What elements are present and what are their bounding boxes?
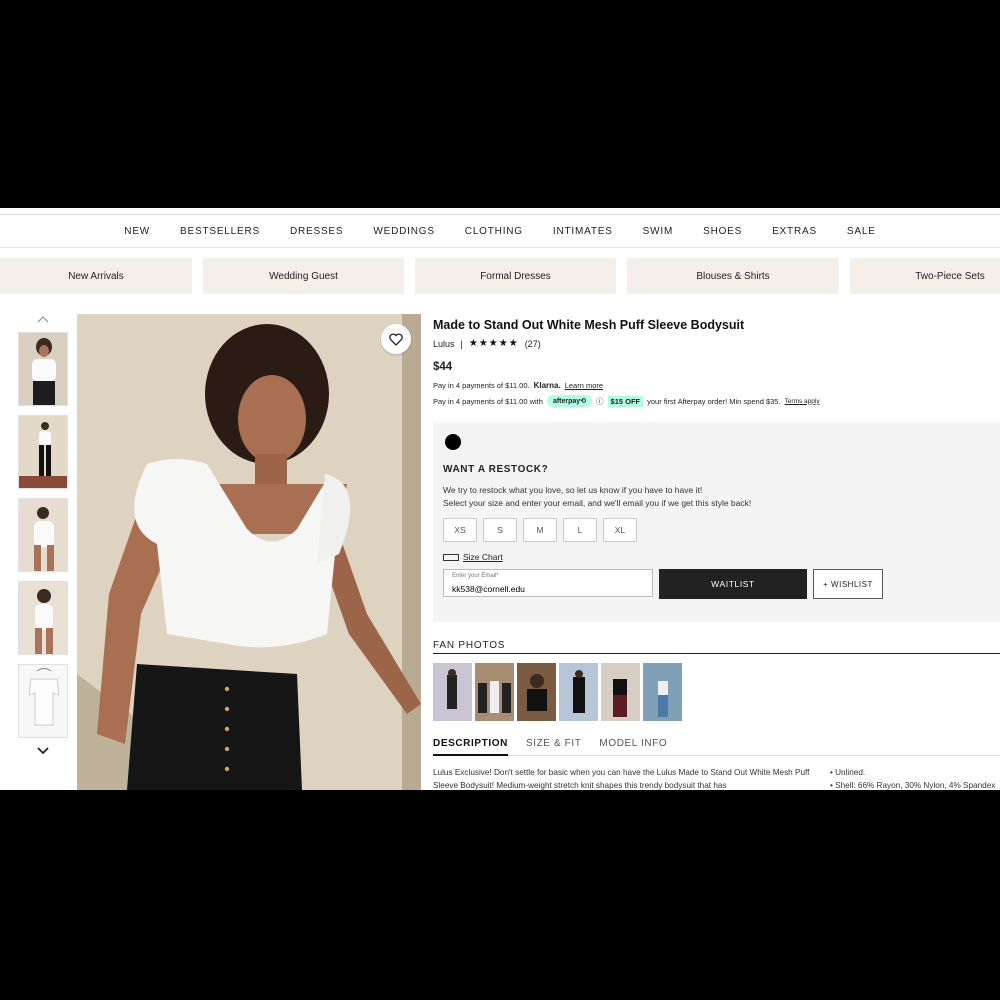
chevron-up-icon[interactable] bbox=[18, 314, 68, 326]
thumbnail-4[interactable] bbox=[18, 581, 68, 655]
add-to-wishlist-button[interactable]: + WISHLIST bbox=[813, 569, 883, 599]
size-chart-label: Size Chart bbox=[463, 552, 503, 562]
restock-description: We try to restock what you love, so let … bbox=[443, 484, 751, 510]
klarna-logo: Klarna. bbox=[533, 381, 561, 390]
restock-title: WANT A RESTOCK? bbox=[443, 464, 549, 475]
product-main-image bbox=[77, 314, 421, 790]
size-xs-button[interactable]: XS bbox=[443, 518, 477, 542]
meta-divider: | bbox=[460, 338, 463, 349]
info-icon[interactable]: ⓘ bbox=[596, 396, 604, 407]
fan-photos-divider bbox=[433, 653, 1000, 654]
browser-viewport: NEW BESTSELLERS DRESSES WEDDINGS CLOTHIN… bbox=[0, 208, 1000, 790]
product-price: $44 bbox=[433, 361, 453, 373]
bullet-unlined: • Unlined. bbox=[830, 768, 866, 777]
fan-photos-title: FAN PHOTOS bbox=[433, 640, 506, 651]
fan-photo-2[interactable] bbox=[475, 663, 514, 721]
size-xl-button[interactable]: XL bbox=[603, 518, 637, 542]
chip-blouses-shirts[interactable]: Blouses & Shirts bbox=[627, 258, 839, 294]
afterpay-line: Pay in 4 payments of $11.00 with afterpa… bbox=[433, 395, 1000, 407]
size-l-button[interactable]: L bbox=[563, 518, 597, 542]
thumbnail-3[interactable] bbox=[18, 498, 68, 572]
size-s-button[interactable]: S bbox=[483, 518, 517, 542]
tab-size-fit[interactable]: SIZE & FIT bbox=[526, 738, 581, 756]
description-bullets: • Unlined. • Shell: 66% Rayon, 30% Nylon… bbox=[830, 766, 1000, 790]
chip-formal-dresses[interactable]: Formal Dresses bbox=[415, 258, 616, 294]
nav-swim[interactable]: SWIM bbox=[628, 226, 688, 237]
color-swatch-black[interactable] bbox=[445, 434, 461, 450]
klarna-text: Pay in 4 payments of $11.00. bbox=[433, 381, 530, 390]
size-selector: XS S M L XL bbox=[443, 518, 637, 542]
nav-new[interactable]: NEW bbox=[109, 226, 165, 237]
thumbnail-2[interactable] bbox=[18, 415, 68, 489]
nav-dresses[interactable]: DRESSES bbox=[275, 226, 358, 237]
fan-photo-1[interactable] bbox=[433, 663, 472, 721]
star-rating-icon[interactable]: ★★★★★ bbox=[469, 338, 519, 349]
fan-photo-4[interactable] bbox=[559, 663, 598, 721]
nav-clothing[interactable]: CLOTHING bbox=[450, 226, 538, 237]
email-field-label: Enter your Email* bbox=[452, 573, 499, 579]
thumbnail-5[interactable] bbox=[18, 664, 68, 738]
nav-sale[interactable]: SALE bbox=[832, 226, 891, 237]
afterpay-logo: afterpay⟲ bbox=[546, 395, 593, 407]
product-tabs: DESCRIPTION SIZE & FIT MODEL INFO bbox=[433, 738, 1000, 756]
bullet-fabric: • Shell: 66% Rayon, 30% Nylon, 4% Spande… bbox=[830, 781, 996, 790]
ruler-icon bbox=[443, 553, 459, 561]
top-navigation: NEW BESTSELLERS DRESSES WEDDINGS CLOTHIN… bbox=[0, 214, 1000, 248]
tab-description[interactable]: DESCRIPTION bbox=[433, 738, 508, 756]
email-input[interactable] bbox=[452, 584, 644, 594]
thumbnail-1[interactable] bbox=[18, 332, 68, 406]
restock-line-2: Select your size and enter your email, a… bbox=[443, 498, 752, 508]
klarna-line: Pay in 4 payments of $11.00. Klarna. Lea… bbox=[433, 381, 1000, 390]
nav-intimates[interactable]: INTIMATES bbox=[538, 226, 628, 237]
nav-weddings[interactable]: WEDDINGS bbox=[358, 226, 449, 237]
afterpay-terms-link[interactable]: Terms apply bbox=[785, 398, 820, 405]
chevron-down-icon[interactable] bbox=[18, 746, 68, 758]
afterpay-offer-badge: $15 OFF bbox=[607, 395, 644, 407]
nav-bestsellers[interactable]: BESTSELLERS bbox=[165, 226, 275, 237]
restock-panel: WANT A RESTOCK? We try to restock what y… bbox=[433, 422, 1000, 622]
size-m-button[interactable]: M bbox=[523, 518, 557, 542]
waitlist-button[interactable]: WAITLIST bbox=[659, 569, 807, 599]
chip-two-piece-sets[interactable]: Two-Piece Sets bbox=[850, 258, 1000, 294]
product-meta: Lulus | ★★★★★ (27) bbox=[433, 338, 1000, 349]
klarna-learn-more-link[interactable]: Learn more bbox=[565, 381, 603, 390]
size-chart-link[interactable]: Size Chart bbox=[443, 552, 503, 562]
fan-photo-5[interactable] bbox=[601, 663, 640, 721]
heart-icon[interactable] bbox=[381, 324, 411, 354]
afterpay-text: Pay in 4 payments of $11.00 with bbox=[433, 396, 543, 406]
fan-photo-6[interactable] bbox=[643, 663, 682, 721]
fan-photos-row bbox=[433, 663, 682, 721]
product-title: Made to Stand Out White Mesh Puff Sleeve… bbox=[433, 318, 745, 332]
chip-wedding-guest[interactable]: Wedding Guest bbox=[203, 258, 404, 294]
review-count[interactable]: (27) bbox=[525, 339, 541, 349]
brand-link[interactable]: Lulus bbox=[433, 339, 455, 349]
category-chips: New Arrivals Wedding Guest Formal Dresse… bbox=[0, 258, 1000, 294]
nav-shoes[interactable]: SHOES bbox=[688, 226, 757, 237]
nav-extras[interactable]: EXTRAS bbox=[757, 226, 832, 237]
chip-new-arrivals[interactable]: New Arrivals bbox=[0, 258, 192, 294]
restock-line-1: We try to restock what you love, so let … bbox=[443, 485, 703, 495]
product-info: Made to Stand Out White Mesh Puff Sleeve… bbox=[433, 318, 1000, 407]
afterpay-offer-text: your first Afterpay order! Min spend $35… bbox=[647, 396, 781, 406]
fan-photo-3[interactable] bbox=[517, 663, 556, 721]
description-text: Lulus Exclusive! Don't settle for basic … bbox=[433, 768, 810, 790]
email-field[interactable]: Enter your Email* bbox=[443, 569, 653, 597]
tab-model-info[interactable]: MODEL INFO bbox=[599, 738, 667, 756]
